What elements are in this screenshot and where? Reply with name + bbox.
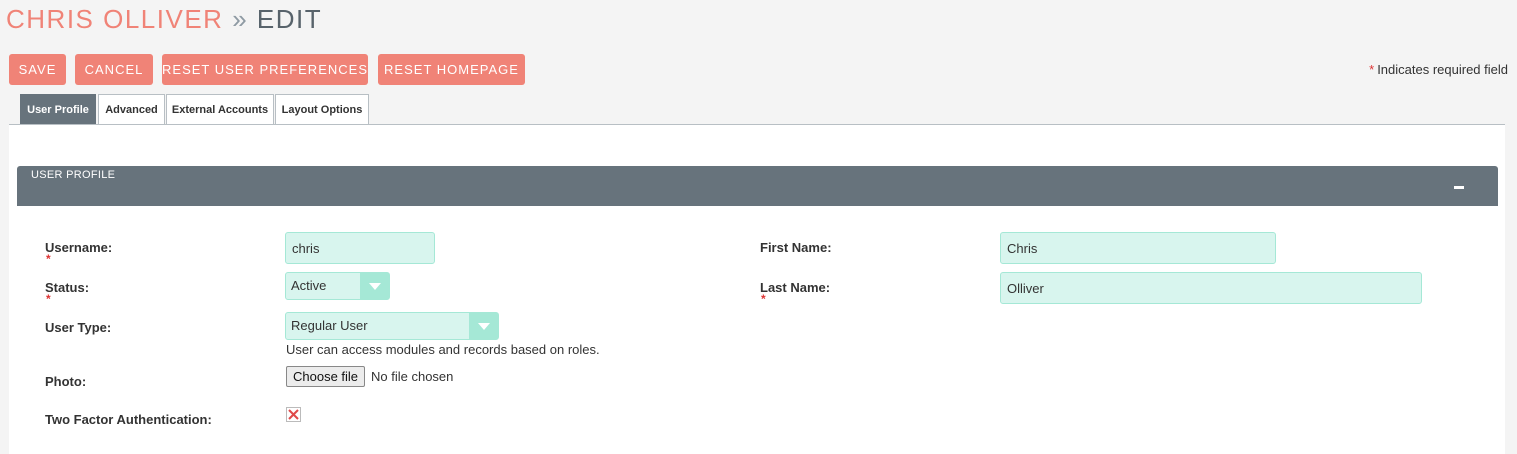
cancel-button[interactable]: CANCEL — [75, 54, 153, 85]
panel-header[interactable]: USER PROFILE — [17, 166, 1498, 206]
photo-label: Photo: — [45, 374, 87, 389]
required-note-text: Indicates required field — [1377, 62, 1508, 77]
record-name: CHRIS OLLIVER — [6, 4, 224, 34]
username-label: Username: — [45, 240, 113, 255]
two-factor-label: Two Factor Authentication: — [45, 412, 212, 427]
title-separator: » — [232, 4, 249, 34]
panel-title: USER PROFILE — [31, 169, 116, 181]
user-type-helper: User can access modules and records base… — [286, 342, 600, 357]
username-input[interactable] — [285, 232, 435, 264]
status-required-marker: * — [46, 292, 51, 306]
user-type-label: User Type: — [45, 320, 112, 335]
status-select[interactable]: Active — [285, 272, 390, 300]
chevron-down-icon[interactable] — [360, 273, 389, 299]
last-name-label: Last Name: — [760, 280, 831, 295]
required-field-note: * Indicates required field — [1369, 62, 1508, 77]
x-mark-icon — [288, 409, 299, 420]
page-title: CHRIS OLLIVER » EDIT — [6, 4, 322, 34]
last-name-input[interactable] — [1000, 272, 1422, 304]
first-name-label: First Name: — [760, 240, 832, 255]
tab-user-profile[interactable]: User Profile — [20, 94, 96, 124]
save-button[interactable]: SAVE — [9, 54, 66, 85]
required-star: * — [1369, 62, 1375, 77]
file-status: No file chosen — [371, 369, 454, 384]
user-type-select[interactable]: Regular User — [285, 312, 499, 340]
last-name-required-marker: * — [761, 292, 766, 306]
reset-user-preferences-button[interactable]: RESET USER PREFERENCES — [162, 54, 368, 85]
username-required-marker: * — [46, 252, 51, 266]
minus-icon[interactable] — [1454, 186, 1464, 189]
reset-homepage-button[interactable]: RESET HOMEPAGE — [378, 54, 525, 85]
chevron-down-icon[interactable] — [469, 313, 498, 339]
status-label: Status: — [45, 280, 90, 295]
title-action: EDIT — [256, 4, 323, 34]
tab-layout-options[interactable]: Layout Options — [275, 94, 369, 124]
status-selected-value: Active — [291, 278, 327, 293]
tab-external-accounts[interactable]: External Accounts — [166, 94, 274, 124]
choose-file-button[interactable]: Choose file — [286, 366, 366, 387]
tab-advanced[interactable]: Advanced — [98, 94, 165, 124]
first-name-input[interactable] — [1000, 232, 1276, 264]
user-type-selected-value: Regular User — [291, 318, 368, 333]
two-factor-checkbox[interactable] — [286, 407, 301, 422]
